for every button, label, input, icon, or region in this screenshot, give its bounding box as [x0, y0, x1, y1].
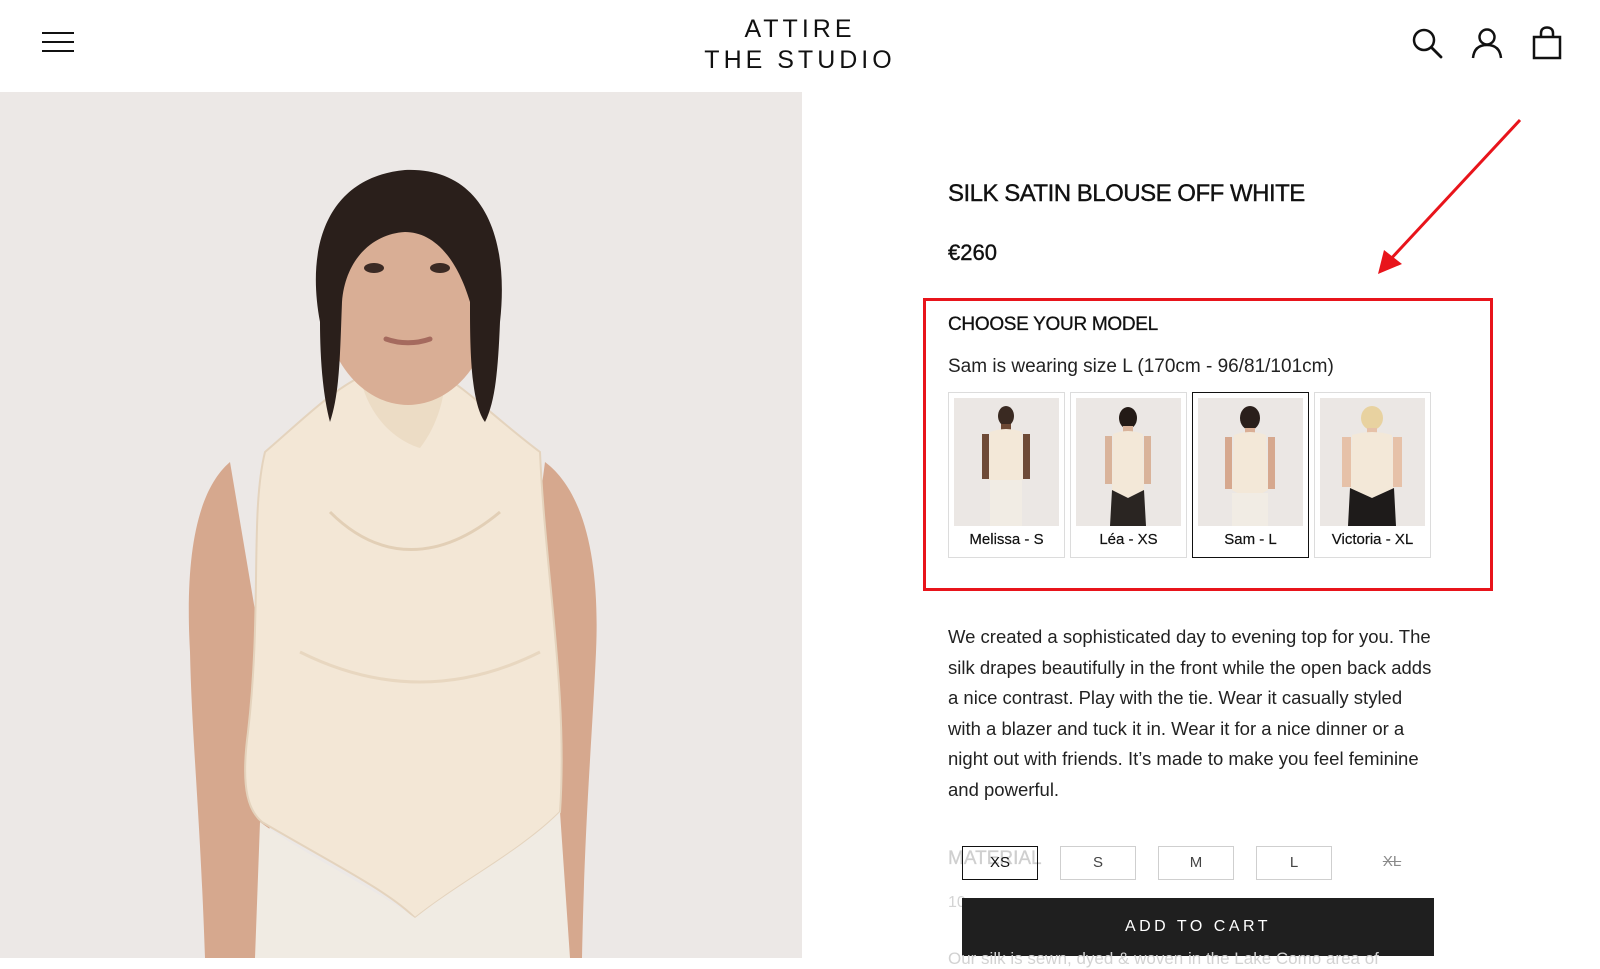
- add-to-cart-button[interactable]: ADD TO CART: [962, 898, 1434, 956]
- annotation-arrow: [1378, 118, 1522, 274]
- size-option-m[interactable]: M: [1158, 846, 1234, 880]
- logo-line-2: THE STUDIO: [704, 46, 896, 74]
- details-text-cut: Our silk is sewn, dyed & woven in the La…: [948, 949, 1379, 968]
- size-option-xl[interactable]: XL: [1354, 846, 1430, 880]
- product-description: We created a sophisticated day to evenin…: [948, 626, 1432, 800]
- site-header: ATTIRE THE STUDIO: [0, 0, 1600, 92]
- account-icon[interactable]: [1470, 26, 1504, 60]
- product-image: [0, 92, 802, 958]
- size-option-l[interactable]: L: [1256, 846, 1332, 880]
- size-option-s[interactable]: S: [1060, 846, 1136, 880]
- product-price: €260: [948, 240, 997, 265]
- logo-line-1: ATTIRE: [744, 15, 856, 43]
- product-title: SILK SATIN BLOUSE OFF WHITE: [948, 180, 1306, 207]
- annotation-highlight-box: [923, 298, 1493, 591]
- size-option-xs[interactable]: XS: [962, 846, 1038, 880]
- cart-icon[interactable]: [1530, 26, 1564, 60]
- blouse-shape: [244, 375, 563, 920]
- search-icon[interactable]: [1410, 26, 1444, 60]
- brand-logo[interactable]: ATTIRE THE STUDIO: [0, 14, 1600, 76]
